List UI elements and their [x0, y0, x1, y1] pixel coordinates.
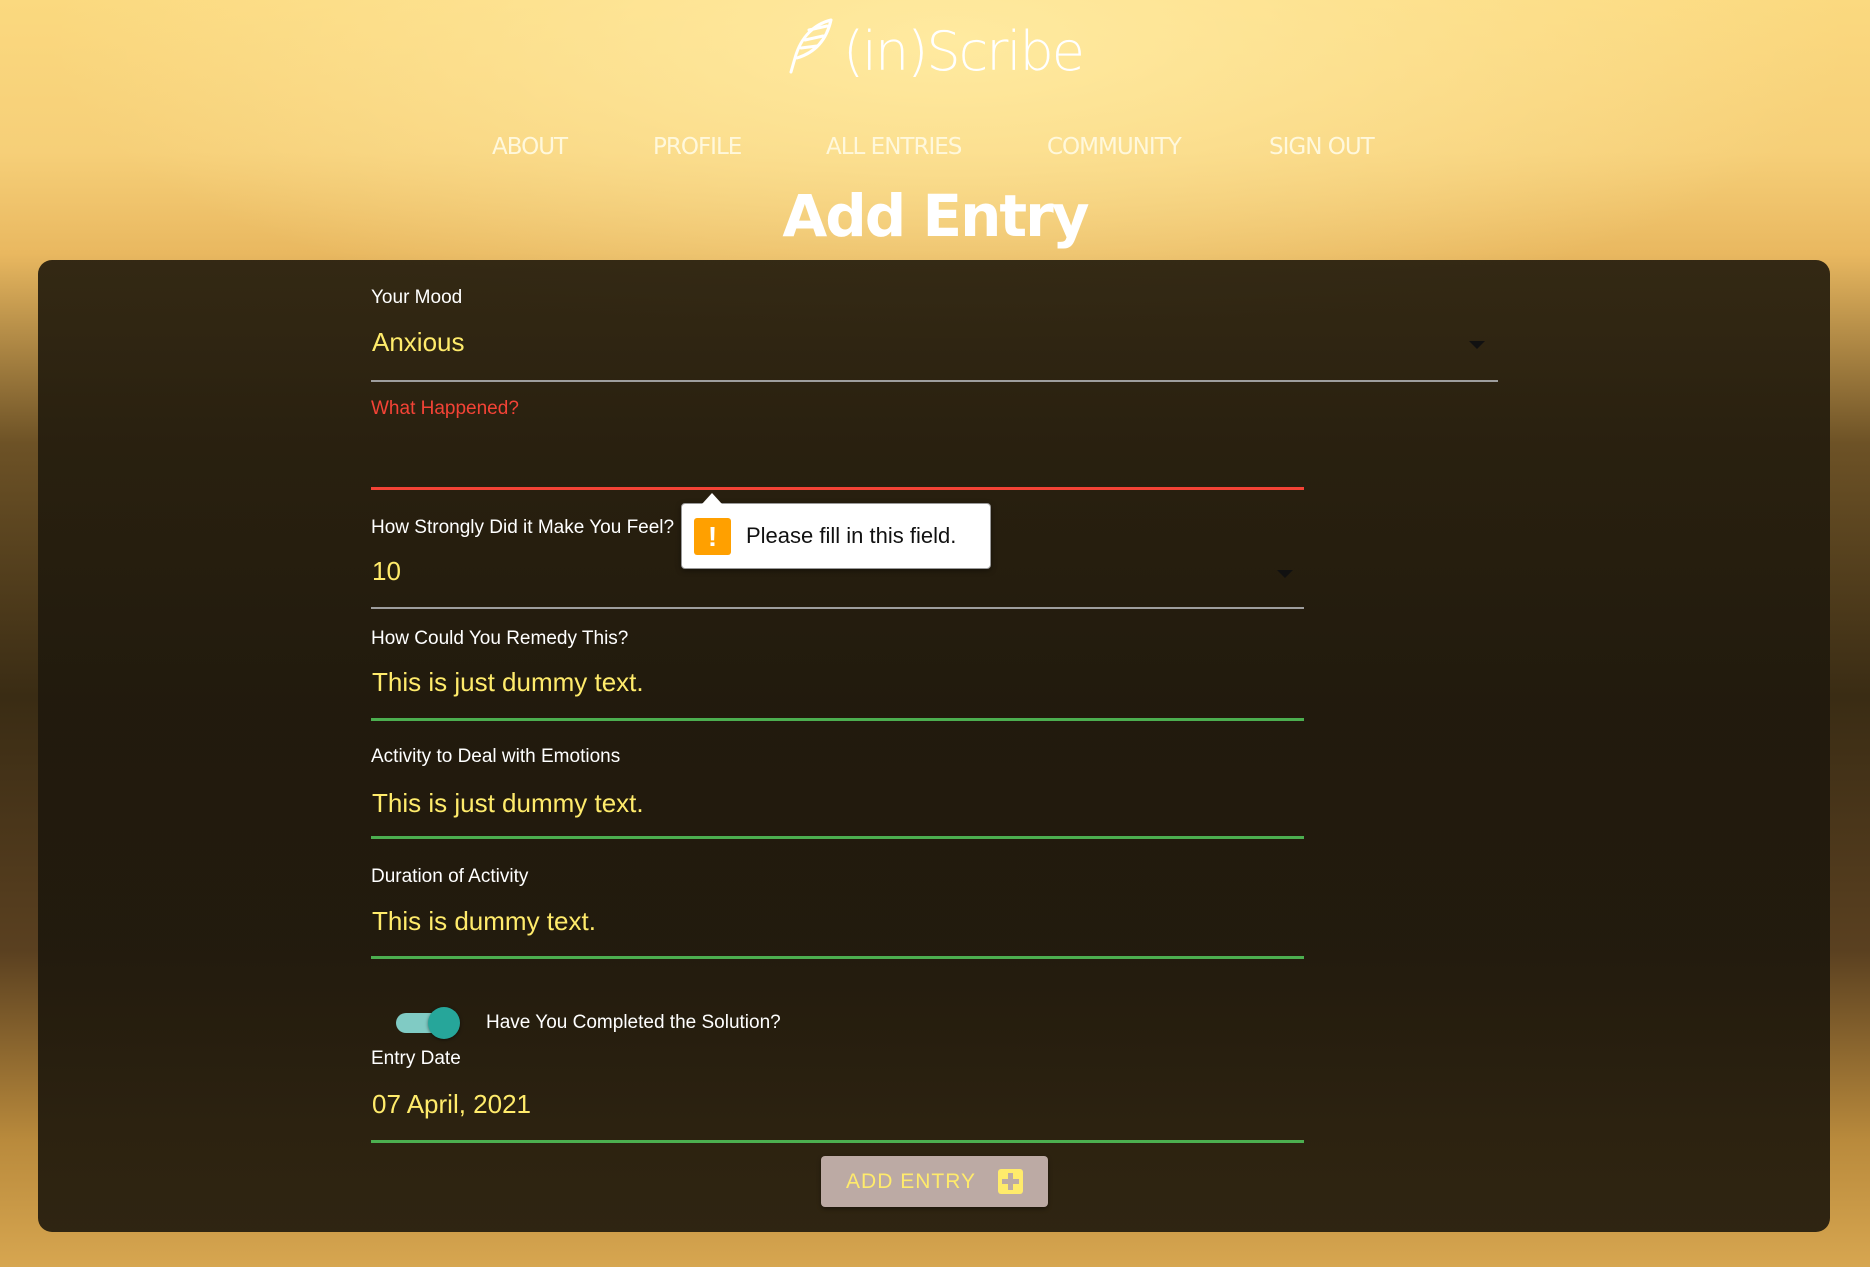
activity-underline: [371, 836, 1304, 839]
completed-label: Have You Completed the Solution?: [486, 1012, 781, 1033]
warning-icon: !: [694, 517, 731, 555]
what-happened-underline: [371, 487, 1304, 490]
duration-underline: [371, 956, 1304, 959]
toggle-knob[interactable]: [428, 1007, 460, 1039]
duration-label: Duration of Activity: [371, 866, 529, 887]
strength-value: 10: [372, 556, 401, 586]
validation-tooltip: ! Please fill in this field.: [681, 493, 991, 569]
what-happened-label: What Happened?: [371, 398, 519, 419]
entry-date-input[interactable]: 07 April, 2021: [372, 1089, 531, 1120]
nav-all-entries[interactable]: ALL ENTRIES: [826, 134, 962, 160]
nav-about[interactable]: ABOUT: [492, 134, 568, 160]
tooltip-text: Please fill in this field.: [746, 523, 957, 548]
mood-underline: [371, 380, 1498, 382]
app-logo[interactable]: (in)Scribe: [0, 18, 1870, 83]
what-happened-input[interactable]: [371, 430, 1304, 486]
mood-select[interactable]: Anxious: [372, 327, 1499, 381]
nav-community[interactable]: COMMUNITY: [1047, 134, 1182, 160]
nav-profile[interactable]: PROFILE: [653, 134, 742, 160]
nav-sign-out[interactable]: SIGN OUT: [1269, 134, 1375, 160]
chevron-down-icon[interactable]: [1277, 570, 1293, 578]
mood-label: Your Mood: [371, 287, 463, 308]
duration-input[interactable]: This is dummy text.: [372, 906, 596, 937]
activity-label: Activity to Deal with Emotions: [371, 746, 621, 767]
remedy-label: How Could You Remedy This?: [371, 628, 629, 649]
strength-underline: [371, 607, 1304, 609]
activity-input[interactable]: This is just dummy text.: [372, 788, 644, 819]
page-title: Add Entry: [782, 182, 1089, 250]
entry-date-underline: [371, 1140, 1304, 1143]
add-entry-button[interactable]: ADD ENTRY: [821, 1156, 1048, 1207]
feather-icon: [789, 18, 833, 74]
entry-form-card: [38, 260, 1830, 1232]
remedy-underline: [371, 718, 1304, 721]
plus-icon: [997, 1169, 1023, 1194]
add-entry-label: ADD ENTRY: [846, 1169, 976, 1193]
mood-value: Anxious: [372, 327, 465, 357]
app-name: (in)Scribe: [842, 20, 1085, 83]
strength-label: How Strongly Did it Make You Feel?: [371, 517, 675, 538]
remedy-input[interactable]: This is just dummy text.: [372, 667, 644, 698]
entry-date-label: Entry Date: [371, 1048, 461, 1069]
chevron-down-icon[interactable]: [1469, 341, 1485, 349]
